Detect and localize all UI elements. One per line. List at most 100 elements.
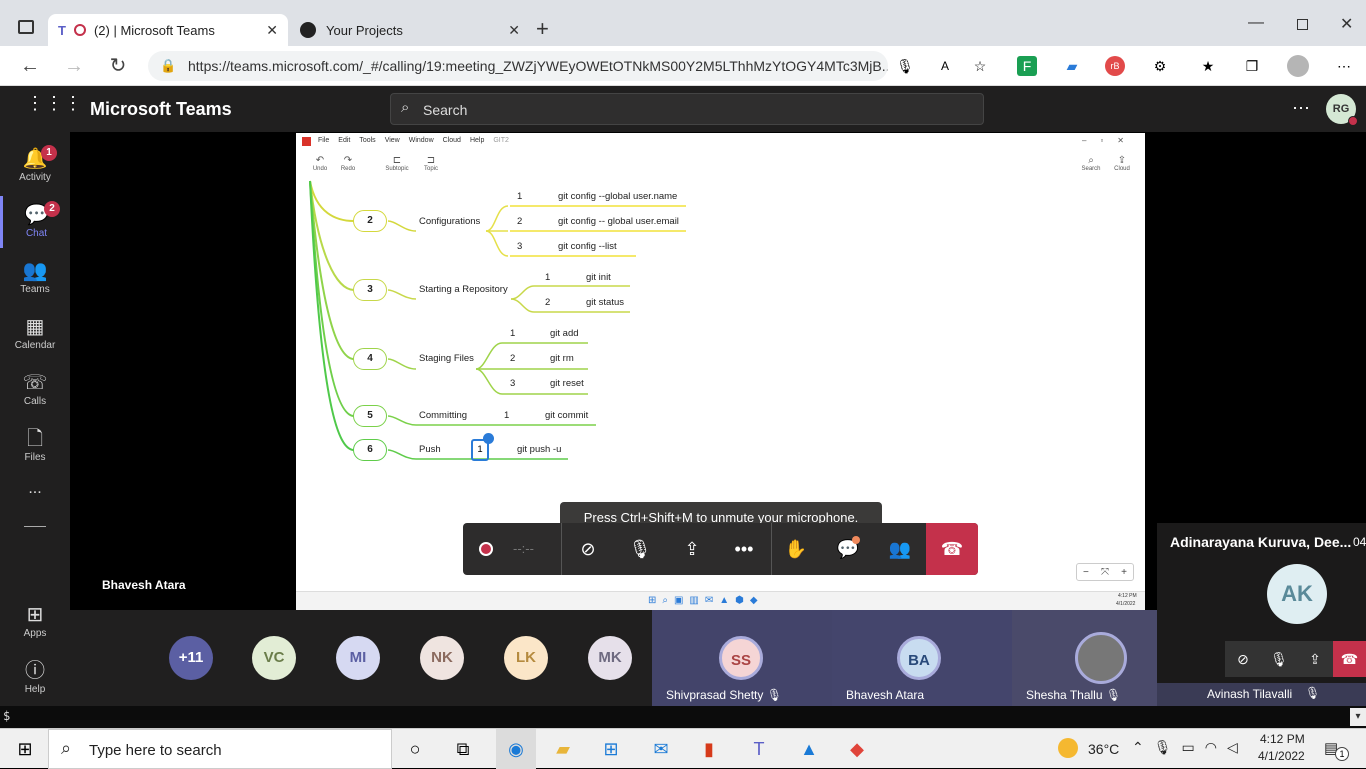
profile-icon[interactable]	[1287, 55, 1309, 77]
scroll-down-icon[interactable]: ▾	[1350, 708, 1366, 726]
mm-node-num[interactable]: 2	[353, 210, 387, 232]
more-actions-button[interactable]: •••	[718, 523, 770, 575]
share-button[interactable]: ⇪	[666, 523, 718, 575]
selection-handle-icon[interactable]	[483, 433, 494, 444]
mm-child-num[interactable]: 2	[545, 297, 550, 308]
mm-child-num[interactable]: 1	[510, 328, 515, 339]
avatar[interactable]: LK	[504, 636, 548, 680]
mm-node-num[interactable]: 6	[353, 439, 387, 461]
photos-icon[interactable]: ▲	[794, 737, 824, 761]
rail-item-calls[interactable]: ☏ Calls	[0, 364, 70, 416]
camera-off-button[interactable]: ⊘	[562, 523, 614, 575]
mm-node-label[interactable]: Configurations	[419, 216, 480, 227]
mic-off-button[interactable]: 🎙	[614, 523, 666, 575]
tab-teams[interactable]: T (2) | Microsoft Teams ✕	[48, 14, 288, 46]
rail-item-help[interactable]: ⓘ Help	[0, 652, 70, 704]
mm-node-num[interactable]: 3	[353, 279, 387, 301]
extension-green-icon[interactable]: F	[1017, 56, 1037, 76]
extension-red-icon[interactable]: rB	[1105, 56, 1125, 76]
avatar[interactable]: MK	[588, 636, 632, 680]
hang-up-button[interactable]: ☎	[926, 523, 978, 575]
mm-child-label[interactable]: git status	[586, 297, 624, 308]
chat-button[interactable]: 💬	[822, 523, 874, 575]
weather-icon[interactable]	[1058, 738, 1078, 758]
mm-node-label[interactable]: Push	[419, 444, 441, 455]
close-window-icon[interactable]: ✕	[1340, 14, 1353, 34]
mm-node-num[interactable]: 4	[353, 348, 387, 370]
video-tile[interactable]: SS Shivprasad Shetty 🎙	[652, 610, 832, 706]
fit-icon[interactable]: ⤧	[1101, 567, 1109, 578]
video-tile[interactable]: Shesha Thallu 🎙	[1012, 610, 1157, 706]
microphone-icon[interactable]: 🎙	[895, 56, 915, 76]
more-icon[interactable]: ⋯	[1334, 56, 1354, 76]
clock-date[interactable]: 4/1/2022	[1258, 749, 1305, 763]
cortana-icon[interactable]: ○	[400, 737, 430, 761]
edge-icon[interactable]: ◉	[496, 729, 536, 769]
video-tile[interactable]: BA Bhavesh Atara	[832, 610, 1012, 706]
clock-time[interactable]: 4:12 PM	[1260, 732, 1305, 746]
close-tab-icon[interactable]: ✕	[266, 22, 278, 39]
zoom-out-icon[interactable]: −	[1083, 567, 1089, 578]
mm-node-label[interactable]: Starting a Repository	[419, 284, 508, 295]
taskbar-search-input[interactable]: ⌕ Type here to search	[48, 729, 392, 769]
mm-child-num[interactable]: 1	[545, 272, 550, 283]
office-icon[interactable]: ▮	[694, 737, 724, 761]
avatar[interactable]: MI	[336, 636, 380, 680]
tab-github[interactable]: Your Projects ✕	[290, 14, 530, 46]
mm-child-label[interactable]: git rm	[550, 353, 574, 364]
rail-item-teams[interactable]: 👥 Teams	[0, 252, 70, 304]
mic-off-icon[interactable]: 🎙	[1261, 641, 1297, 677]
close-tab-icon[interactable]: ✕	[508, 22, 520, 39]
mm-child-label[interactable]: git reset	[550, 378, 584, 389]
more-participants[interactable]: +11	[169, 636, 213, 680]
mm-node-num[interactable]: 5	[353, 405, 387, 427]
start-icon[interactable]: ⊞	[10, 737, 40, 761]
read-aloud-icon[interactable]: A	[935, 56, 955, 76]
extensions-icon[interactable]: ⚙	[1150, 56, 1170, 76]
mm-child-label[interactable]: git config --global user.name	[558, 191, 677, 202]
more-options-icon[interactable]: ⋯	[1292, 98, 1310, 119]
mm-child-num[interactable]: 2	[517, 216, 522, 227]
tray-icons[interactable]: ⌃🎙▭◠◁	[1132, 739, 1248, 756]
mm-child-label[interactable]: git config --list	[558, 241, 617, 252]
raise-hand-button[interactable]: ✋	[770, 523, 822, 575]
add-favorite-icon[interactable]: ☆	[970, 56, 990, 76]
task-view-icon[interactable]: ⧉	[448, 737, 478, 761]
store-icon[interactable]: ⊞	[596, 737, 626, 761]
mail-icon[interactable]: ✉	[646, 737, 676, 761]
tab-actions-icon[interactable]	[18, 20, 34, 34]
mm-child-num[interactable]: 3	[517, 241, 522, 252]
avatar[interactable]: NK	[420, 636, 464, 680]
rail-more[interactable]: ...	[0, 480, 70, 510]
mm-child-label[interactable]: git config -- global user.email	[558, 216, 679, 227]
rail-item-chat[interactable]: 💬 Chat 2	[0, 196, 70, 248]
mm-child-num[interactable]: 2	[510, 353, 515, 364]
participants-button[interactable]: 👥	[874, 523, 926, 575]
rail-item-activity[interactable]: 🔔 Activity 1	[0, 140, 70, 192]
rail-item-calendar[interactable]: ▦ Calendar	[0, 308, 70, 360]
minimize-icon[interactable]: —	[1248, 14, 1264, 32]
mm-child-label[interactable]: git commit	[545, 410, 588, 421]
maximize-icon[interactable]	[1297, 19, 1308, 30]
avatar[interactable]: VC	[252, 636, 296, 680]
file-explorer-icon[interactable]: ▰	[548, 737, 578, 761]
rail-item-apps[interactable]: ⊞ Apps	[0, 596, 70, 648]
address-bar[interactable]: 🔒 https://teams.microsoft.com/_#/calling…	[148, 51, 888, 81]
mm-node-label[interactable]: Staging Files	[419, 353, 474, 364]
mm-node-label[interactable]: Committing	[419, 410, 467, 421]
search-input[interactable]: ⌕ Search	[390, 93, 984, 125]
favorites-icon[interactable]: ★	[1198, 56, 1218, 76]
forward-icon[interactable]: →	[62, 54, 86, 78]
mm-child-label[interactable]: git init	[586, 272, 611, 283]
extension-blue-icon[interactable]: ▰	[1062, 56, 1082, 76]
mm-child-num[interactable]: 3	[510, 378, 515, 389]
new-tab-icon[interactable]: +	[536, 16, 549, 42]
share-screen-icon[interactable]: ⇪	[1297, 641, 1333, 677]
app-launcher-icon[interactable]: ⋮⋮⋮	[26, 94, 82, 118]
teams-icon[interactable]: T	[744, 737, 774, 761]
mm-child-label[interactable]: git add	[550, 328, 579, 339]
phone-hangup-icon[interactable]: ☎	[1333, 641, 1366, 677]
record-icon[interactable]	[479, 542, 493, 556]
camera-off-icon[interactable]: ⊘	[1225, 641, 1261, 677]
rail-item-files[interactable]: 🗋 Files	[0, 420, 70, 472]
